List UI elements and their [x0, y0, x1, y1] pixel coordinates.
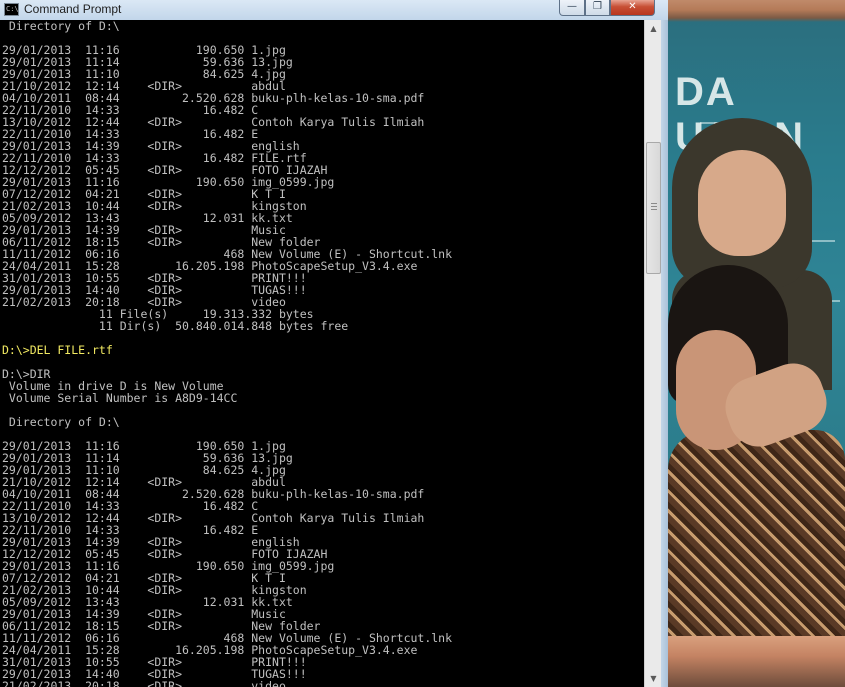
minimize-button[interactable]: — — [559, 0, 585, 16]
maximize-icon: ❐ — [593, 1, 602, 12]
scroll-up-button[interactable]: ▲ — [645, 20, 662, 37]
console-command-line: D:\>DEL FILE.rtf — [2, 343, 113, 357]
console-line: Volume Serial Number is A8D9-14CC — [2, 391, 238, 405]
console-line: 11 Dir(s) 50.840.014.848 bytes free — [2, 319, 349, 333]
window-title: Command Prompt — [24, 2, 122, 16]
command-prompt-window[interactable]: C:\ Command Prompt — ❐ ✕ Directory of D:… — [0, 0, 668, 687]
console-line: Directory of D:\ — [2, 20, 120, 33]
console-lines: Directory of D:\ 29/01/2013 11:16 190.650… — [2, 20, 452, 687]
photo-frame-bottom — [668, 636, 845, 687]
console-line: 21/02/2013 20:18 <DIR> video — [2, 679, 286, 687]
scrollbar-grip-icon — [651, 203, 657, 210]
console-output-area[interactable]: Directory of D:\ 29/01/2013 11:16 190.650… — [0, 20, 644, 687]
close-icon: ✕ — [628, 1, 637, 12]
scrollbar-thumb[interactable] — [646, 142, 661, 274]
scroll-down-arrow-icon: ▼ — [650, 674, 657, 683]
photo-person-2-dress — [668, 430, 845, 640]
vertical-scrollbar[interactable]: ▲ ▼ — [644, 20, 662, 687]
maximize-button[interactable]: ❐ — [585, 0, 610, 16]
console-line: Directory of D:\ — [2, 415, 120, 429]
close-button[interactable]: ✕ — [610, 0, 655, 16]
title-bar[interactable]: C:\ Command Prompt — ❐ ✕ — [0, 0, 668, 20]
window-frame-border — [661, 20, 668, 687]
scroll-down-button[interactable]: ▼ — [645, 670, 662, 687]
scroll-up-arrow-icon: ▲ — [650, 24, 657, 33]
minimize-icon: — — [567, 1, 577, 12]
photo-person-1-face — [698, 150, 786, 256]
command-prompt-icon[interactable]: C:\ — [4, 3, 19, 16]
